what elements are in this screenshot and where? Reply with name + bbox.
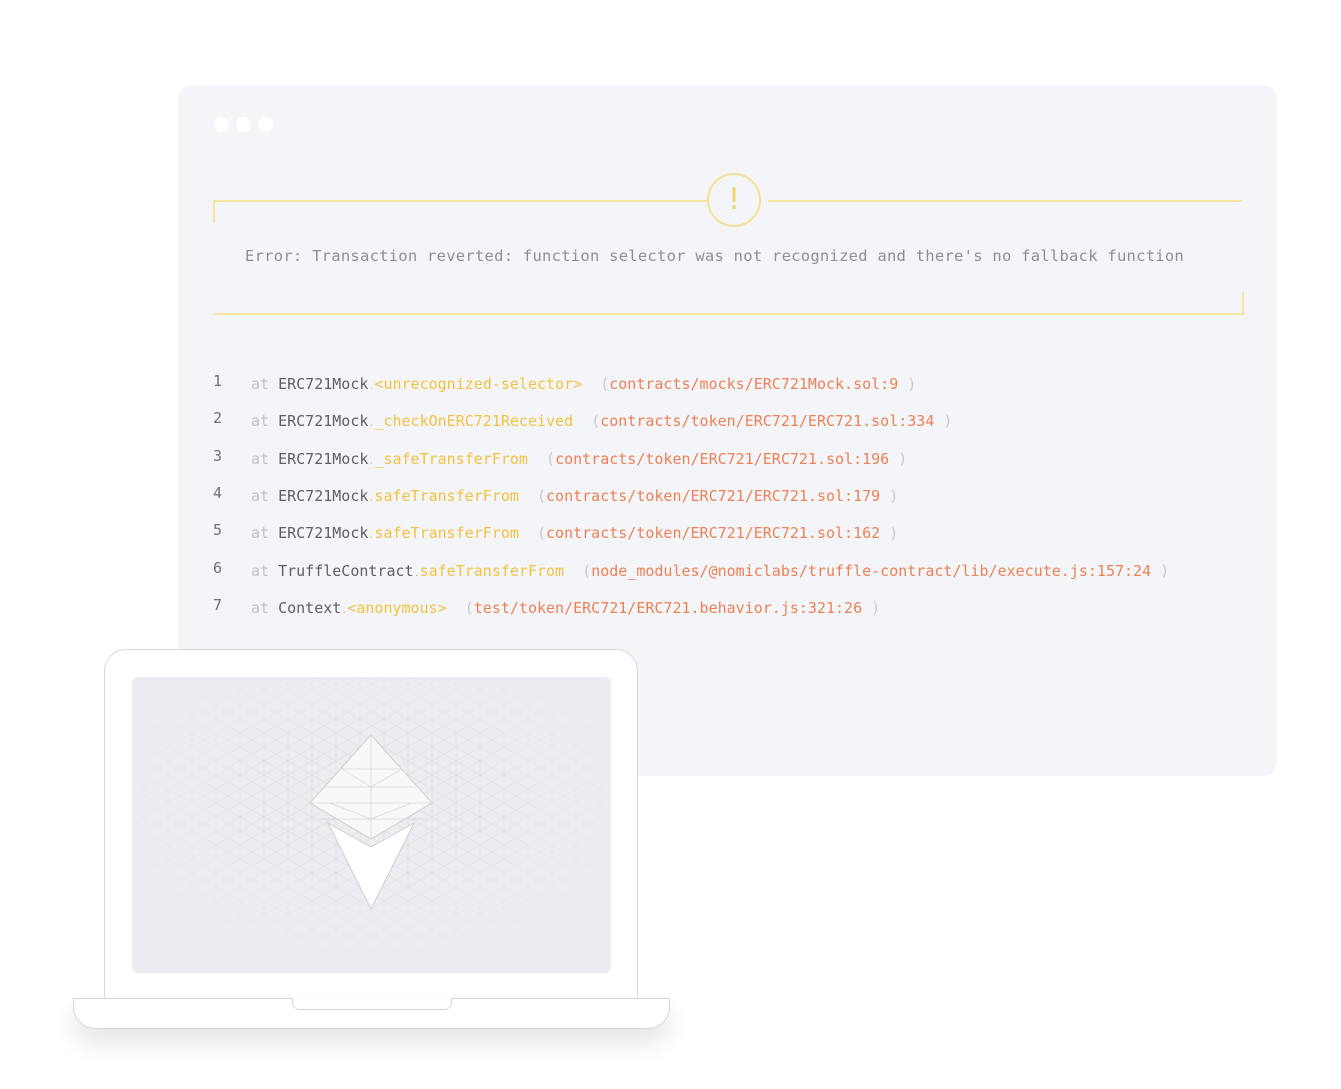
- frame-class: ERC721Mock: [278, 524, 369, 542]
- frame-paren-close: ): [1160, 562, 1170, 580]
- frame-at: at: [251, 562, 270, 580]
- frame-paren-open: (: [464, 599, 474, 617]
- window-dot-minimize[interactable]: [236, 117, 251, 132]
- frame-paren-close: ): [943, 412, 953, 430]
- frame-method: safeTransferFrom: [374, 487, 519, 505]
- error-message: Error: Transaction reverted: function se…: [245, 247, 1185, 265]
- frame-number: 7: [213, 596, 223, 614]
- frame-paren-close: ): [898, 450, 908, 468]
- frame-file-link[interactable]: contracts/token/ERC721/ERC721.sol:334: [600, 412, 934, 430]
- frame-paren-close: ): [889, 524, 899, 542]
- frame-file-link[interactable]: contracts/token/ERC721/ERC721.sol:162: [546, 524, 880, 542]
- frame-method: safeTransferFrom: [419, 562, 565, 580]
- frame-paren-open: (: [582, 562, 592, 580]
- frame-at: at: [251, 450, 270, 468]
- frame-file-link[interactable]: contracts/token/ERC721/ERC721.sol:196: [555, 450, 889, 468]
- frame-class: ERC721Mock: [278, 487, 369, 505]
- frame-number: 6: [213, 559, 223, 577]
- frame-file-link[interactable]: contracts/token/ERC721/ERC721.sol:179: [546, 487, 880, 505]
- laptop-illustration: [73, 649, 670, 1031]
- frame-at: at: [251, 412, 270, 430]
- error-box-border-bottom: [213, 292, 1244, 315]
- frame-method: <unrecognized-selector>: [374, 375, 583, 393]
- window-controls: [214, 117, 273, 132]
- frame-paren-close: ): [889, 487, 899, 505]
- window-dot-close[interactable]: [214, 117, 229, 132]
- window-dot-maximize[interactable]: [258, 117, 273, 132]
- error-box-border-top-left: [213, 200, 708, 223]
- frame-method: _checkOnERC721Received: [374, 412, 574, 430]
- frame-paren-open: (: [537, 487, 547, 505]
- error-box-border-top-right: [768, 200, 1242, 202]
- frame-at: at: [251, 524, 270, 542]
- frame-class: ERC721Mock: [278, 375, 369, 393]
- frame-paren-close: ): [871, 599, 881, 617]
- laptop-screen: [132, 677, 611, 973]
- warning-exclamation-icon: !: [707, 173, 761, 227]
- frame-method: <anonymous>: [347, 599, 447, 617]
- frame-number: 1: [213, 372, 223, 390]
- frame-at: at: [251, 599, 270, 617]
- frame-class: ERC721Mock: [278, 450, 369, 468]
- frame-number: 3: [213, 447, 223, 465]
- frame-method: safeTransferFrom: [374, 524, 519, 542]
- frame-paren-open: (: [537, 524, 547, 542]
- frame-number: 5: [213, 521, 223, 539]
- frame-number: 2: [213, 409, 223, 427]
- frame-at: at: [251, 375, 270, 393]
- frame-paren-close: ): [907, 375, 917, 393]
- frame-method: _safeTransferFrom: [374, 450, 528, 468]
- frame-paren-open: (: [546, 450, 556, 468]
- laptop-base: [73, 998, 670, 1029]
- ethereum-cube-logo-icon: [132, 677, 611, 973]
- laptop-screen-bezel: [104, 649, 638, 999]
- frame-class: Context: [278, 599, 342, 617]
- frame-file-link[interactable]: test/token/ERC721/ERC721.behavior.js:321…: [474, 599, 862, 617]
- frame-paren-open: (: [600, 375, 610, 393]
- frame-paren-open: (: [591, 412, 601, 430]
- frame-file-link[interactable]: contracts/mocks/ERC721Mock.sol:9: [609, 375, 898, 393]
- laptop-trackpad-notch: [292, 998, 452, 1010]
- frame-class: TruffleContract: [278, 562, 414, 580]
- frame-number: 4: [213, 484, 223, 502]
- frame-at: at: [251, 487, 270, 505]
- frame-class: ERC721Mock: [278, 412, 369, 430]
- frame-file-link[interactable]: node_modules/@nomiclabs/truffle-contract…: [591, 562, 1151, 580]
